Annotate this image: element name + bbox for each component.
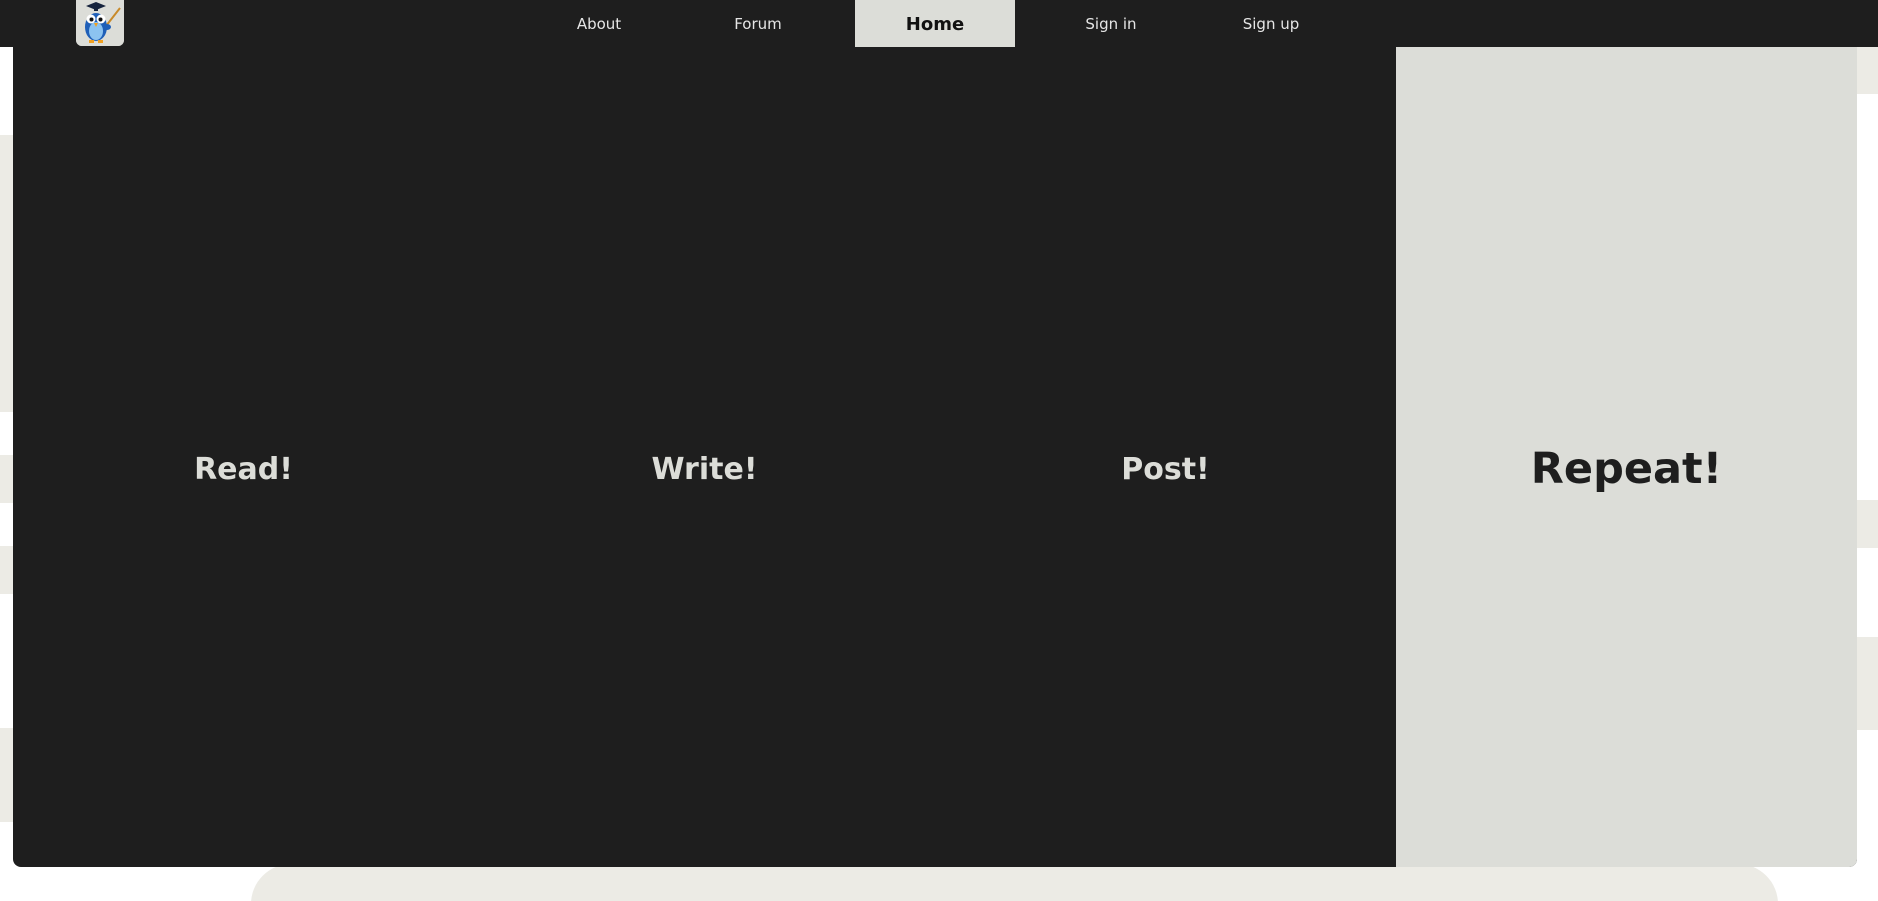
top-navbar: About Forum Home Sign in Sign up bbox=[0, 0, 1878, 55]
footer-bar bbox=[251, 864, 1778, 901]
hero-column-post[interactable]: Post! bbox=[935, 47, 1396, 867]
nav-link-sign-in[interactable]: Sign in bbox=[1071, 0, 1151, 47]
nav-link-about[interactable]: About bbox=[559, 0, 639, 47]
nav-link-forum[interactable]: Forum bbox=[718, 0, 798, 47]
hero-column-write[interactable]: Write! bbox=[474, 47, 935, 867]
hero-label-write: Write! bbox=[651, 451, 758, 487]
background-stripe bbox=[0, 728, 14, 822]
owl-mascot-icon bbox=[76, 0, 124, 46]
nav-link-sign-up[interactable]: Sign up bbox=[1231, 0, 1311, 47]
hero-label-post: Post! bbox=[1121, 451, 1210, 487]
hero-label-read: Read! bbox=[194, 451, 293, 487]
background-stripe bbox=[0, 455, 14, 503]
hero-column-repeat-highlighted[interactable]: Repeat! bbox=[1396, 47, 1857, 867]
owl-logo-icon[interactable] bbox=[76, 0, 124, 46]
background-stripe bbox=[0, 546, 14, 594]
hero-label-repeat: Repeat! bbox=[1530, 444, 1723, 494]
page: About Forum Home Sign in Sign up Read! W… bbox=[0, 0, 1878, 901]
background-stripe bbox=[0, 135, 14, 412]
hero-panel: Read! Write! Post! Repeat! bbox=[13, 47, 1857, 867]
hero-column-read[interactable]: Read! bbox=[13, 47, 474, 867]
